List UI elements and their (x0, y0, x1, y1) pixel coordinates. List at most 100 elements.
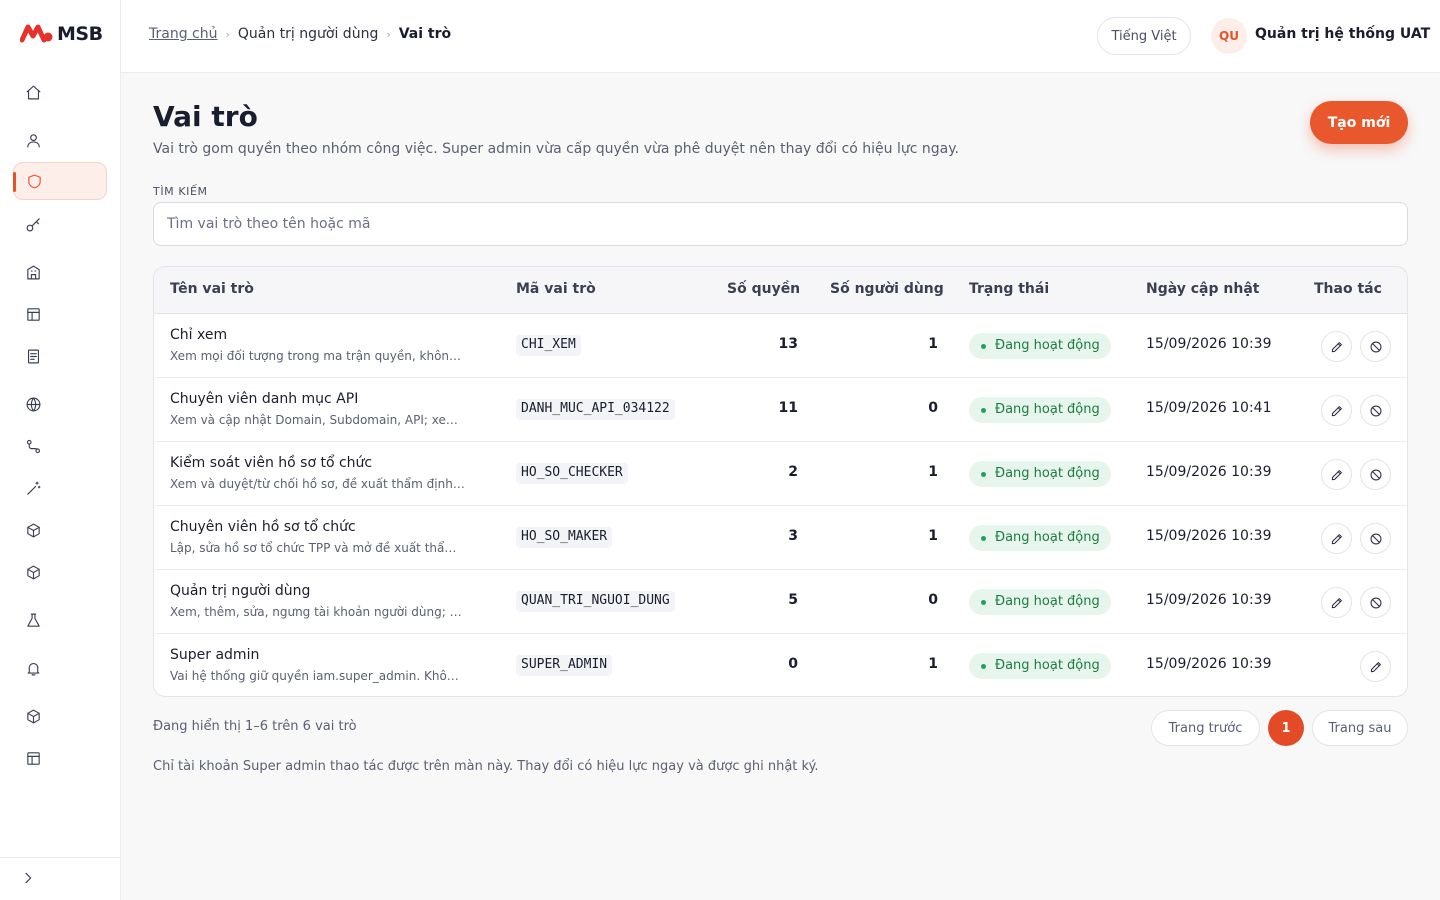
role-description: Xem và duyệt/từ chối hồ sơ, đề xuất thẩm… (170, 477, 466, 491)
sidebar-item-lab[interactable] (13, 601, 107, 639)
user-count: 1 (928, 656, 938, 672)
edit-role-button[interactable] (1321, 459, 1352, 490)
table-row[interactable]: Chuyên viên danh mục API Xem và cập nhật… (154, 378, 1407, 442)
table-header: Tên vai trò Mã vai trò Số quyền Số người… (154, 267, 1407, 314)
sidebar-item-organizations[interactable] (13, 253, 107, 291)
user-icon (27, 133, 40, 147)
status-badge: Đang hoạt động (969, 461, 1111, 487)
role-search-input[interactable] (153, 202, 1408, 246)
updated-at: 15/09/2026 10:39 (1146, 336, 1272, 352)
disable-role-button[interactable] (1360, 523, 1391, 554)
sidebar-item-domains[interactable] (13, 385, 107, 423)
chevron-right-icon (25, 872, 32, 884)
sidebar-item-routes[interactable] (13, 427, 107, 465)
pencil-icon (1331, 341, 1342, 352)
flask-icon (27, 613, 40, 627)
table-row[interactable]: Super admin Vai hệ thống giữ quyền iam.s… (154, 634, 1407, 696)
updated-at: 15/09/2026 10:41 (1146, 400, 1272, 416)
role-code: DANH_MUC_API_034122 (516, 399, 675, 420)
sidebar-item-layout[interactable] (13, 295, 107, 333)
user-avatar[interactable]: QU (1211, 18, 1247, 54)
role-code: SUPER_ADMIN (516, 655, 613, 676)
pencil-icon (1370, 661, 1381, 672)
user-count: 0 (928, 400, 938, 416)
breadcrumb-current: Vai trò (398, 26, 452, 42)
breadcrumb-separator-icon: › (225, 27, 230, 41)
layout-icon (27, 307, 40, 321)
sidebar-item-permissions[interactable] (13, 205, 107, 243)
breadcrumb-separator-icon: › (386, 27, 391, 41)
edit-role-button[interactable] (1321, 523, 1352, 554)
table-row[interactable]: Chỉ xem Xem mọi đối tượng trong ma trận … (154, 314, 1407, 378)
disable-role-button[interactable] (1360, 395, 1391, 426)
table-row[interactable]: Kiểm soát viên hồ sơ tổ chức Xem và duyệ… (154, 442, 1407, 506)
table-row[interactable]: Chuyên viên hồ sơ tổ chức Lập, sửa hồ sơ… (154, 506, 1407, 570)
role-code: CHI_XEM (516, 335, 581, 356)
column-header-updated: Ngày cập nhật (1146, 281, 1260, 297)
user-count: 1 (928, 336, 938, 352)
sidebar-footer (0, 857, 120, 900)
page-description: Vai trò gom quyền theo nhóm công việc. S… (153, 141, 959, 157)
disable-role-button[interactable] (1360, 587, 1391, 618)
footer-note: Chỉ tài khoản Super admin thao tác được … (153, 759, 819, 774)
shield-icon (28, 174, 41, 188)
edit-role-button[interactable] (1321, 587, 1352, 618)
edit-role-button[interactable] (1321, 395, 1352, 426)
updated-at: 15/09/2026 10:39 (1146, 656, 1272, 672)
column-header-name: Tên vai trò (170, 281, 254, 297)
role-description: Xem và cập nhật Domain, Subdomain, API; … (170, 413, 466, 427)
previous-page-button[interactable]: Trang trước (1151, 710, 1260, 746)
pencil-icon (1331, 533, 1342, 544)
role-description: Xem, thêm, sửa, ngưng tài khoản người dù… (170, 605, 466, 619)
role-description: Xem mọi đối tượng trong ma trận quyền, k… (170, 349, 466, 363)
msb-logo[interactable]: MSB (20, 22, 103, 46)
sidebar-item-packages[interactable] (13, 511, 107, 549)
sidebar-collapse-button[interactable] (20, 870, 38, 888)
breadcrumb-home-link[interactable]: Trang chủ (149, 26, 217, 42)
ban-icon (1370, 405, 1381, 416)
building-icon (27, 265, 40, 279)
sidebar-item-notifications[interactable] (13, 649, 107, 687)
language-switch-button[interactable]: Tiếng Việt (1097, 17, 1191, 55)
sidebar-item-modules[interactable] (13, 697, 107, 735)
roles-table: Tên vai trò Mã vai trò Số quyền Số người… (153, 266, 1408, 697)
pencil-icon (1331, 469, 1342, 480)
bell-icon (27, 662, 40, 675)
sidebar-item-roles[interactable] (13, 162, 107, 200)
sidebar-item-products[interactable] (13, 553, 107, 591)
next-page-button[interactable]: Trang sau (1312, 710, 1408, 746)
edit-role-button[interactable] (1360, 651, 1391, 682)
sidebar: MSB (0, 0, 121, 900)
status-badge: Đang hoạt động (969, 589, 1111, 615)
updated-at: 15/09/2026 10:39 (1146, 528, 1272, 544)
role-description: Lập, sửa hồ sơ tổ chức TPP và mở đề xuất… (170, 541, 466, 555)
disable-role-button[interactable] (1360, 331, 1391, 362)
column-header-status: Trạng thái (969, 281, 1050, 297)
edit-role-button[interactable] (1321, 331, 1352, 362)
user-count: 1 (928, 464, 938, 480)
document-icon (27, 349, 40, 363)
search-label: TÌM KIẾM (153, 185, 208, 198)
page-number-button[interactable]: 1 (1268, 710, 1304, 746)
updated-at: 15/09/2026 10:39 (1146, 592, 1272, 608)
key-icon (26, 217, 40, 231)
sidebar-item-tools[interactable] (13, 469, 107, 507)
globe-icon (26, 397, 41, 411)
ban-icon (1370, 341, 1381, 352)
sidebar-item-home[interactable] (13, 73, 107, 111)
table-row[interactable]: Quản trị người dùng Xem, thêm, sửa, ngưn… (154, 570, 1407, 634)
brand-name: MSB (57, 23, 103, 45)
user-name[interactable]: Quản trị hệ thống UAT (1255, 26, 1430, 42)
route-icon (26, 439, 41, 453)
create-role-button[interactable]: Tạo mới (1310, 101, 1408, 144)
breadcrumb-section[interactable]: Quản trị người dùng (238, 26, 378, 42)
sidebar-item-users[interactable] (13, 121, 107, 159)
column-header-code: Mã vai trò (516, 281, 596, 297)
disable-role-button[interactable] (1360, 459, 1391, 490)
role-name: Chuyên viên danh mục API (170, 391, 359, 407)
sidebar-item-documents[interactable] (13, 337, 107, 375)
sidebar-item-settings[interactable] (13, 739, 107, 777)
ban-icon (1370, 469, 1381, 480)
status-badge: Đang hoạt động (969, 333, 1111, 359)
column-header-permissions: Số quyền (727, 281, 801, 297)
